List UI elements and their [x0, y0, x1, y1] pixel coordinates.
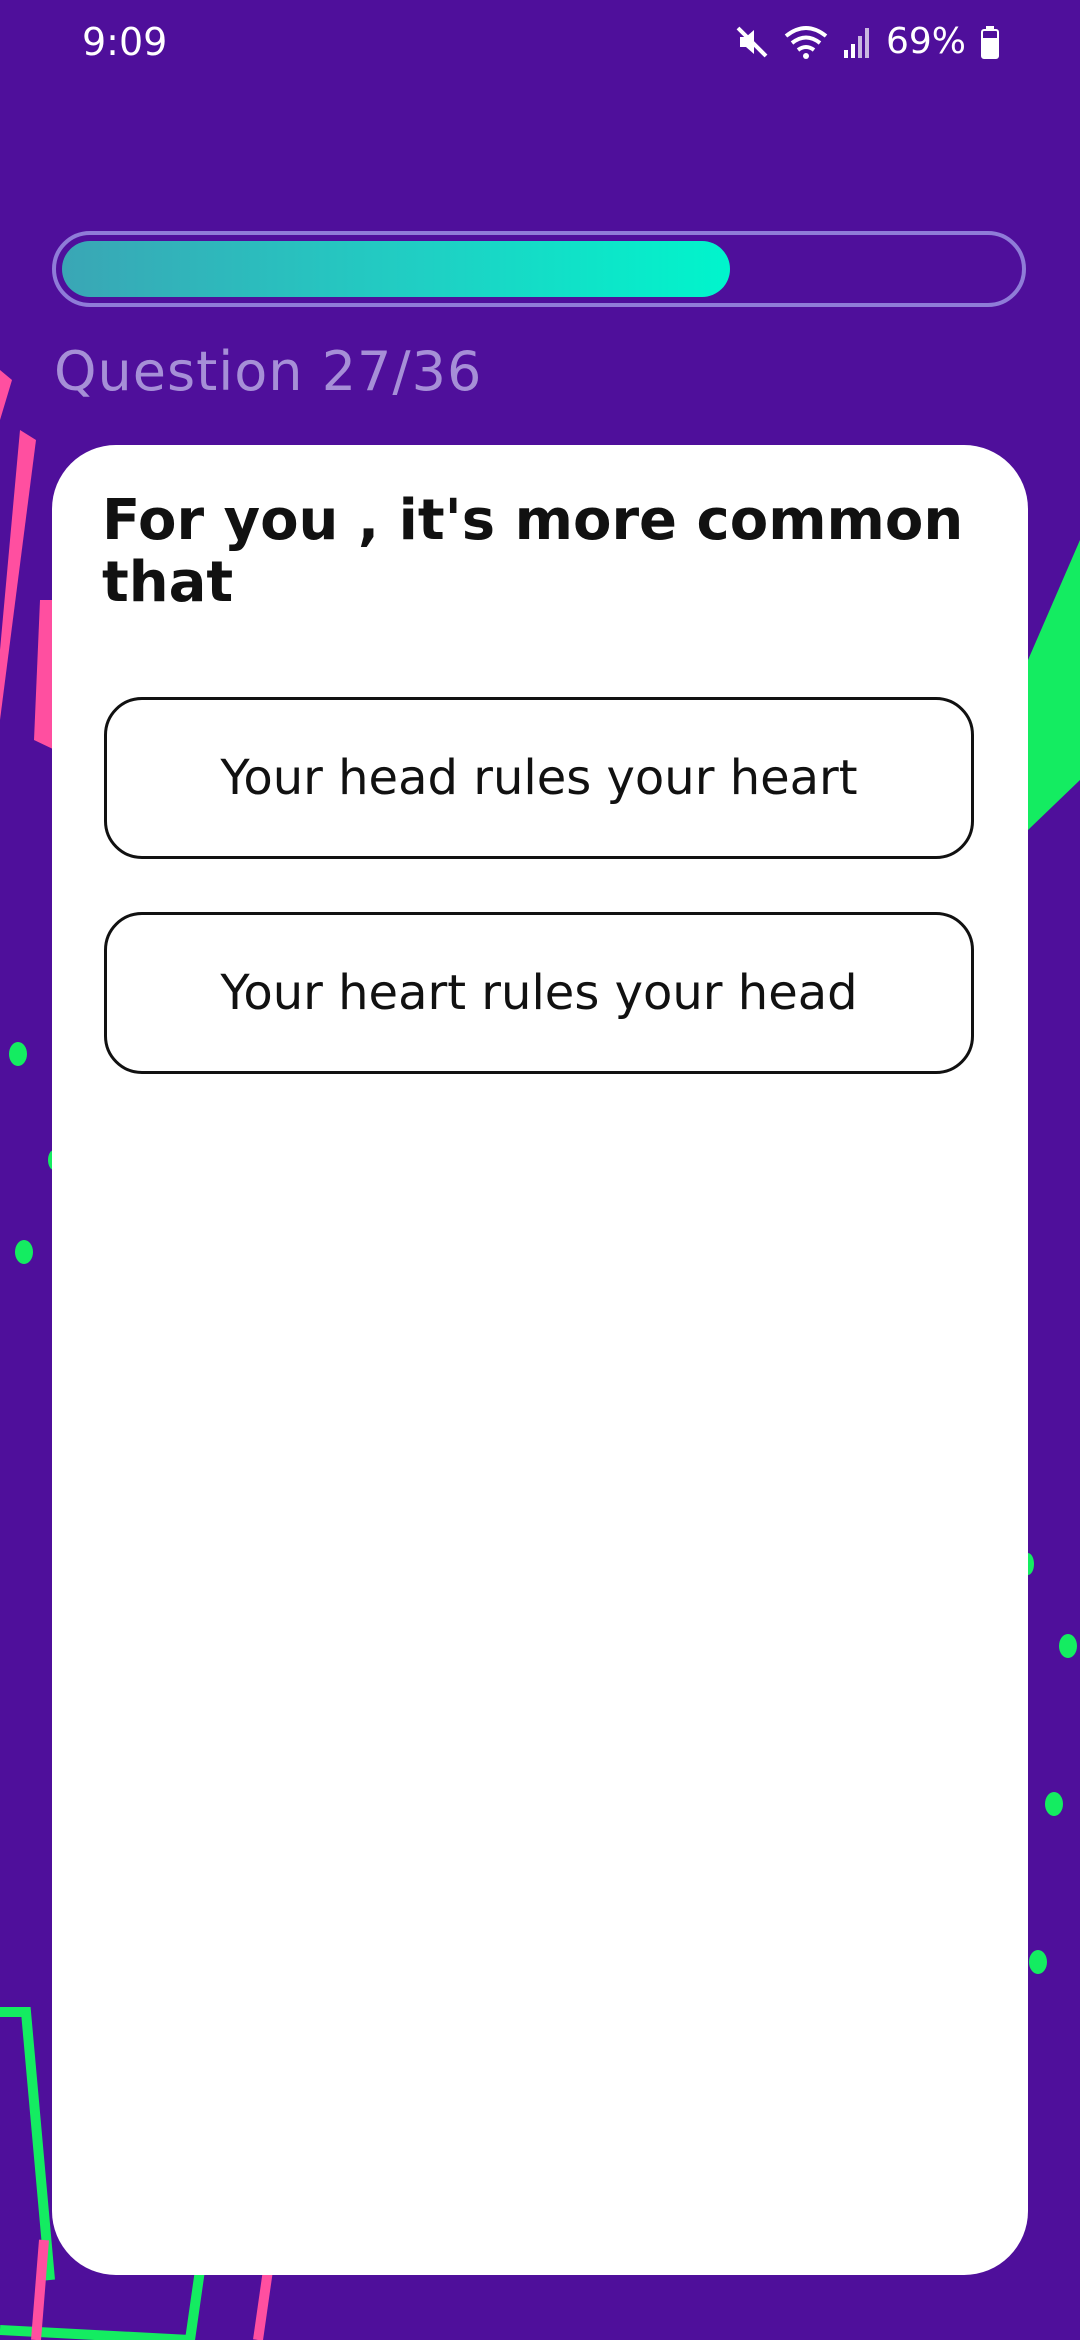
battery-icon [981, 26, 999, 59]
question-counter: Question 27/36 [54, 340, 483, 403]
answer-option-1[interactable]: Your head rules your heart [104, 697, 974, 859]
mute-icon [736, 26, 768, 58]
status-bar: 9:09 69% [0, 0, 1080, 86]
question-card: For you , it's more common that Your hea… [52, 445, 1028, 2275]
status-icons: 69% [734, 18, 1000, 66]
answer-option-label: Your head rules your heart [220, 750, 858, 806]
answer-option-2[interactable]: Your heart rules your head [104, 912, 974, 1074]
wifi-icon [784, 26, 828, 59]
status-time: 9:09 [82, 20, 168, 64]
answer-option-label: Your heart rules your head [220, 965, 858, 1021]
signal-icon [843, 28, 869, 58]
question-text: For you , it's more common that [102, 488, 964, 615]
quiz-progress-fill [62, 241, 730, 297]
battery-percentage: 69% [885, 21, 966, 62]
quiz-progress-bar [52, 231, 1026, 307]
